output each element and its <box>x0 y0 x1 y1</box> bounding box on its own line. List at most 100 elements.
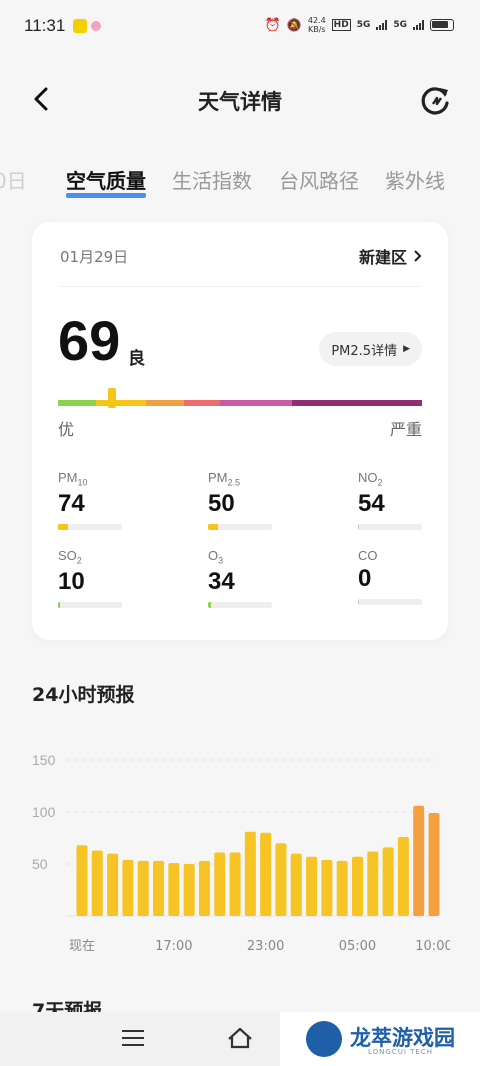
x-tick-label: 10:00 <box>415 939 450 954</box>
district-link[interactable]: 新建区 <box>359 244 422 268</box>
play-icon: ▶ <box>403 344 410 354</box>
refresh-icon <box>421 87 449 115</box>
menu-icon[interactable] <box>122 1030 144 1046</box>
y-tick-label: 100 <box>32 804 56 820</box>
home-icon[interactable] <box>226 1026 254 1050</box>
forecast-bar <box>336 860 348 916</box>
pm25-detail-label: PM2.5详情 <box>331 343 398 359</box>
battery-icon <box>430 19 454 31</box>
pollutant-name: SO2 <box>58 548 82 566</box>
pollutant-name: NO2 <box>358 470 383 488</box>
clock: 11:31 <box>24 16 66 35</box>
forecast-bar <box>122 859 134 916</box>
aqi-level: 良 <box>128 349 145 369</box>
aqi-scale-marker <box>108 388 116 408</box>
scale-segment <box>58 400 96 406</box>
forecast-24h-title: 24小时预报 <box>32 684 135 706</box>
pollutant-level-bar <box>208 523 272 530</box>
meituan-icon <box>73 19 88 33</box>
pollutant-value: 0 <box>358 565 372 592</box>
pollutant-level-fill <box>58 601 60 608</box>
pollutant-item: SO2 10 <box>58 548 122 608</box>
pollutant-item: PM10 74 <box>58 470 122 530</box>
pollutant-level-bar <box>58 601 122 608</box>
pollutant-value: 10 <box>58 567 85 595</box>
forecast-bar <box>214 852 226 916</box>
forecast-bar <box>229 852 241 916</box>
forecast-bar <box>397 836 409 916</box>
tab-life-index[interactable]: 生活指数 <box>172 165 252 194</box>
pollutant-level-fill <box>358 599 359 605</box>
net-speed: 42.4 KB/s <box>307 16 326 34</box>
forecast-bar <box>76 845 88 916</box>
sim1-5g: 5G <box>356 20 371 30</box>
status-icons: ⏰ 🔕 42.4 KB/s HD 5G 5G <box>265 16 454 34</box>
forecast-bar <box>260 832 272 916</box>
pollutant-name: PM2.5 <box>208 470 241 488</box>
hd-badge: HD <box>331 19 351 31</box>
pollutant-level-fill <box>358 523 359 530</box>
forecast-bar <box>91 850 103 916</box>
signal-icon-2 <box>413 20 424 30</box>
pollutant-level-bar <box>358 599 422 605</box>
forecast-bar <box>382 847 394 916</box>
divider <box>60 286 420 287</box>
pollutant-level-bar <box>58 523 122 530</box>
forecast-bar <box>244 831 256 916</box>
tab-typhoon-path[interactable]: 台风路径 <box>279 165 359 194</box>
aqi-card: 01月29日 新建区 69 良 PM2.5详情 ▶ 优 严重 PM10 74 PM2… <box>32 222 448 640</box>
pollutant-level-bar <box>208 601 272 608</box>
pollutant-level-fill <box>58 523 68 530</box>
pollutant-name: CO <box>358 548 378 563</box>
pollutant-level-fill <box>208 601 211 608</box>
pm25-detail-button[interactable]: PM2.5详情 ▶ <box>319 332 422 366</box>
watermark-subtext: LONGCUI TECH <box>368 1048 433 1056</box>
forecast-bar <box>413 805 425 916</box>
forecast-bar <box>290 853 302 916</box>
pollutant-item: O3 34 <box>208 548 272 608</box>
chevron-right-icon <box>414 250 422 262</box>
pollutant-name: PM10 <box>58 470 88 488</box>
forecast-bar <box>275 843 287 916</box>
x-tick-label: 17:00 <box>155 939 192 954</box>
forecast-bar <box>168 862 180 916</box>
tab-previous[interactable]: 0日 <box>0 165 27 194</box>
watermark-logo <box>306 1021 342 1057</box>
forecast-bar <box>428 813 440 916</box>
x-tick-label: 23:00 <box>247 939 284 954</box>
pollutant-name: O3 <box>208 548 224 566</box>
x-tick-label: 现在 <box>69 939 95 954</box>
forecast-bar <box>351 856 363 916</box>
tab-active-indicator <box>66 193 146 198</box>
scale-label-good: 优 <box>58 420 75 439</box>
pollutant-level-bar <box>358 523 422 530</box>
tab-strip: 0日 空气质量 生活指数 台风路径 紫外线 <box>0 165 480 205</box>
scale-segment <box>96 400 146 406</box>
pollutant-item: CO 0 <box>358 548 422 605</box>
scale-segment <box>220 400 292 406</box>
refresh-button[interactable] <box>418 84 452 118</box>
y-tick-label: 50 <box>32 856 48 872</box>
aqi-value: 69 <box>58 309 121 372</box>
tab-air-quality[interactable]: 空气质量 <box>66 165 146 194</box>
scale-segment <box>292 400 422 406</box>
pollutant-value: 50 <box>208 489 235 517</box>
forecast-bar <box>198 860 210 916</box>
alarm-icon: ⏰ <box>264 17 281 33</box>
pollutant-value: 54 <box>358 489 385 517</box>
scale-label-severe: 严重 <box>389 420 422 439</box>
forecast-bar <box>153 860 165 916</box>
tab-uv[interactable]: 紫外线 <box>385 165 445 194</box>
forecast-bar <box>183 864 195 916</box>
forecast-bar <box>137 860 149 916</box>
app-notification-icon <box>91 21 102 31</box>
scale-segment <box>184 400 220 406</box>
pollutant-value: 34 <box>208 567 235 595</box>
signal-icon <box>376 20 388 30</box>
app-header: 天气详情 <box>0 72 480 128</box>
mute-icon: 🔕 <box>286 18 302 32</box>
pollutant-value: 74 <box>58 489 85 517</box>
page-title: 天气详情 <box>198 90 282 114</box>
card-date: 01月29日 <box>60 248 129 266</box>
forecast-bar <box>367 851 379 916</box>
